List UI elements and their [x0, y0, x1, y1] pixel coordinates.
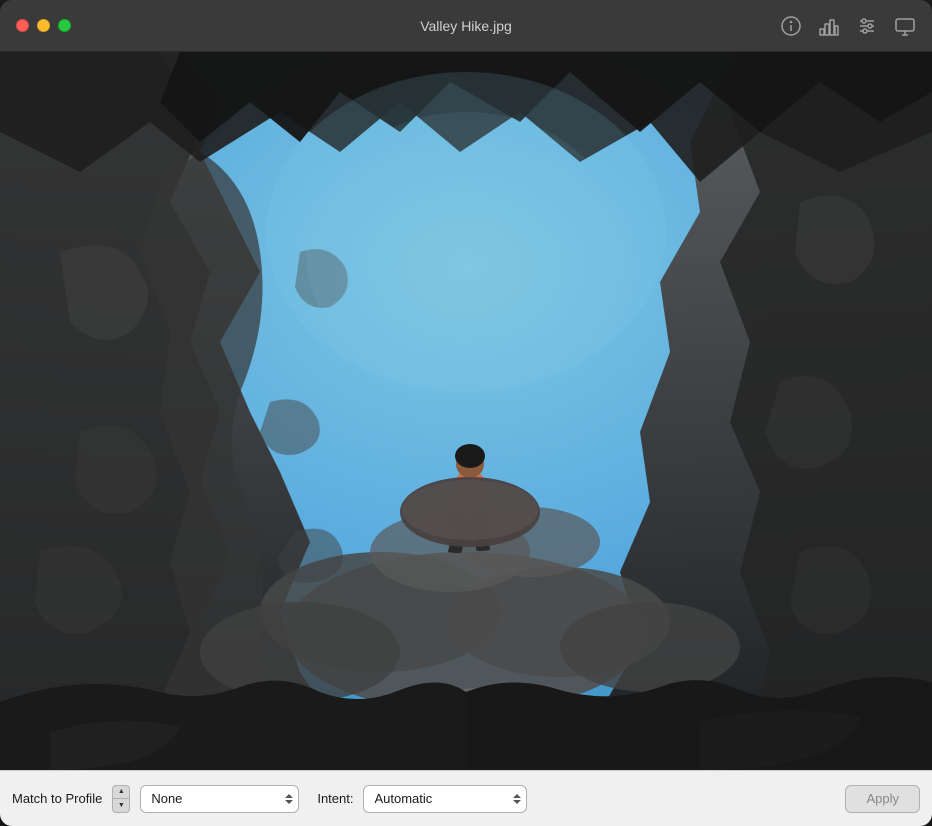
match-profile-step-up[interactable]: ▲: [113, 786, 129, 800]
intent-dropdown-wrapper[interactable]: Automatic Perceptual Relative Colorimetr…: [363, 785, 527, 813]
match-profile-stepper[interactable]: ▲ ▼: [112, 785, 130, 813]
apply-button-label: Apply: [866, 791, 899, 806]
histogram-icon[interactable]: [818, 15, 840, 37]
adjustments-icon[interactable]: [856, 15, 878, 37]
window-title: Valley Hike.jpg: [420, 18, 512, 34]
apply-button[interactable]: Apply: [845, 785, 920, 813]
titlebar: Valley Hike.jpg: [0, 0, 932, 52]
match-profile-step-down[interactable]: ▼: [113, 799, 129, 812]
minimize-button[interactable]: [37, 19, 50, 32]
info-icon[interactable]: [780, 15, 802, 37]
maximize-button[interactable]: [58, 19, 71, 32]
intent-dropdown[interactable]: Automatic Perceptual Relative Colorimetr…: [363, 785, 527, 813]
profile-dropdown[interactable]: None sRGB IEC61966-2.1 Adobe RGB (1998) …: [140, 785, 299, 813]
close-button[interactable]: [16, 19, 29, 32]
profile-dropdown-wrapper[interactable]: None sRGB IEC61966-2.1 Adobe RGB (1998) …: [140, 785, 299, 813]
bottom-bar: Match to Profile ▲ ▼ None sRGB IEC61966-…: [0, 770, 932, 826]
intent-label: Intent:: [317, 791, 353, 806]
toolbar-right: [780, 15, 916, 37]
app-window: Valley Hike.jpg: [0, 0, 932, 826]
image-area: [0, 52, 932, 770]
traffic-lights: [16, 19, 71, 32]
match-profile-label: Match to Profile: [12, 791, 102, 806]
display-icon[interactable]: [894, 15, 916, 37]
photo-scene: [0, 52, 932, 770]
